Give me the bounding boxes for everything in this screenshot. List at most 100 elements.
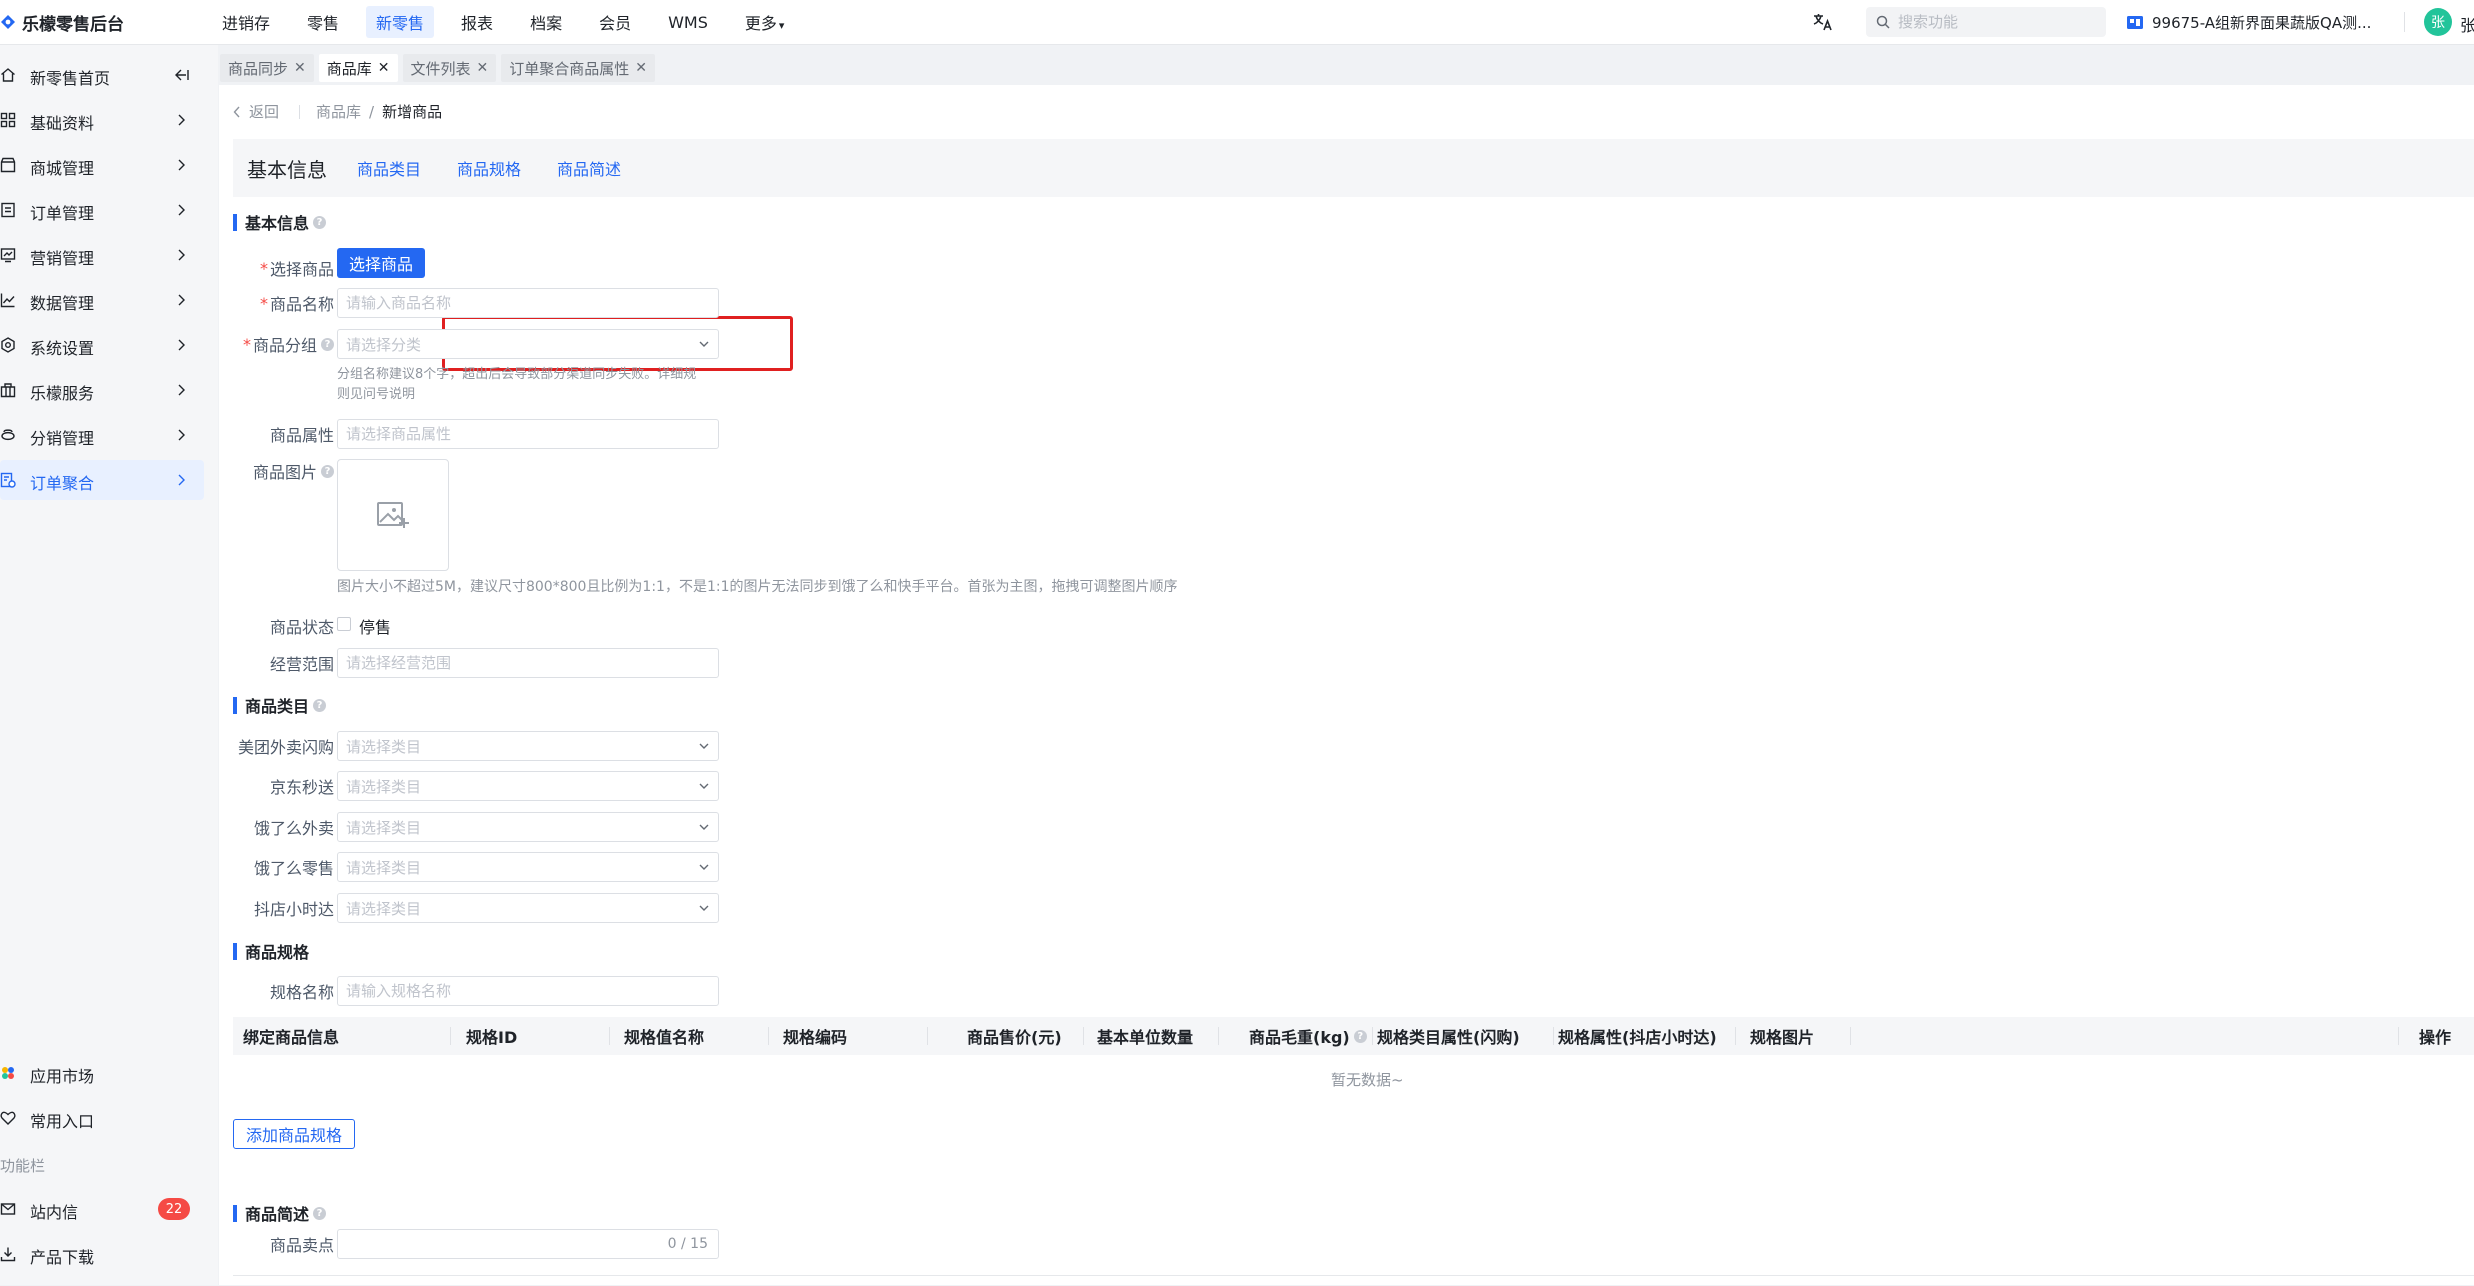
search-box[interactable]: [1866, 7, 2106, 37]
hint-line: 分组名称建议8个字，超出后会导致部分渠道同步失败。详细规: [337, 367, 697, 382]
translate-icon[interactable]: [1812, 12, 1834, 32]
column-divider: [768, 1027, 769, 1045]
chevron-right-icon: [176, 383, 186, 397]
help-icon[interactable]: ?: [321, 464, 334, 478]
add-spec-button[interactable]: 添加商品规格: [233, 1119, 356, 1149]
sidebar-item-label: 基础资料: [30, 114, 95, 133]
topnav-more-label: 更多: [744, 14, 777, 33]
sidebar-item-download[interactable]: 产品下载: [0, 1234, 204, 1274]
sidebar-item-service[interactable]: 乐檬服务: [0, 370, 204, 410]
topnav-retail[interactable]: 零售: [297, 6, 349, 38]
search-input[interactable]: [1896, 12, 2090, 32]
tab-label: 订单聚合商品属性: [509, 59, 630, 78]
image-upload[interactable]: [337, 459, 449, 571]
close-icon[interactable]: ✕: [635, 60, 647, 76]
tab-file-list[interactable]: 文件列表 ✕: [402, 54, 497, 82]
help-icon[interactable]: ?: [1353, 1029, 1367, 1043]
jd-category-select[interactable]: 请选择类目: [337, 771, 719, 801]
column-divider: [2398, 1027, 2399, 1045]
stop-sale-label[interactable]: 停售: [359, 614, 391, 638]
page-tabs: 商品同步 ✕ 商品库 ✕ 文件列表 ✕ 订单聚合商品属性 ✕: [220, 54, 660, 82]
topnav-member[interactable]: 会员: [589, 6, 641, 38]
sidebar-item-orders[interactable]: 订单管理: [0, 190, 204, 230]
topnav-inventory[interactable]: 进销存: [212, 6, 280, 38]
business-scope-input[interactable]: [337, 648, 719, 678]
tab-label: 文件列表: [410, 59, 471, 78]
douyin-category-label: 抖店小时达: [253, 900, 334, 919]
help-icon[interactable]: ?: [313, 698, 327, 712]
help-icon[interactable]: ?: [313, 1206, 327, 1220]
anchor-link-desc[interactable]: 商品简述: [557, 156, 621, 180]
top-nav: 进销存 零售 新零售 报表 档案 会员 WMS 更多 ▾: [212, 0, 811, 44]
section-title-spec: 商品规格: [233, 941, 309, 962]
topnav-wms[interactable]: WMS: [658, 9, 718, 36]
breadcrumb-parent[interactable]: 商品库: [316, 101, 361, 122]
shop-icon: [0, 157, 16, 173]
sidebar-item-order-aggregate[interactable]: 订单聚合: [0, 460, 204, 500]
topnav-reports[interactable]: 报表: [451, 6, 503, 38]
column-divider: [1735, 1027, 1736, 1045]
download-icon: [0, 1246, 16, 1262]
spec-table-header: 绑定商品信息 规格ID 规格值名称 规格编码 商品售价(元) 基本单位数量 商品…: [233, 1017, 2474, 1055]
close-icon[interactable]: ✕: [477, 60, 489, 76]
sidebar-item-shortcuts[interactable]: 常用入口: [0, 1098, 204, 1138]
help-icon[interactable]: ?: [321, 337, 334, 351]
app-logo[interactable]: 乐檬零售后台: [0, 0, 124, 44]
collapse-icon[interactable]: [174, 68, 190, 82]
column-divider: [1083, 1027, 1084, 1045]
product-group-select[interactable]: 请选择分类: [337, 329, 719, 359]
chevron-down-icon: [698, 338, 710, 350]
user-name[interactable]: 张: [2460, 12, 2474, 36]
column-divider: [927, 1027, 928, 1045]
anchor-link-spec[interactable]: 商品规格: [457, 156, 521, 180]
sidebar-section-label: 功能栏: [0, 1157, 46, 1175]
sidebar-item-label: 乐檬服务: [30, 384, 95, 403]
search-icon: [1876, 15, 1890, 29]
meituan-category-select[interactable]: 请选择类目: [337, 731, 719, 761]
sidebar-item-label: 分销管理: [30, 429, 95, 448]
selling-point-input[interactable]: 0 / 15: [337, 1229, 719, 1259]
anchor-link-category[interactable]: 商品类目: [357, 156, 421, 180]
anchor-nav: 基本信息 商品类目 商品规格 商品简述: [233, 139, 2474, 197]
product-name-input[interactable]: [337, 288, 719, 318]
sidebar-item-home[interactable]: 新零售首页: [0, 55, 204, 95]
eleme-retail-select[interactable]: 请选择类目: [337, 852, 719, 882]
product-attr-input[interactable]: [337, 419, 719, 449]
table-empty-text: 暂无数据~: [1331, 1071, 1404, 1089]
divider: [299, 104, 301, 119]
sidebar-item-data[interactable]: 数据管理: [0, 280, 204, 320]
topnav-new-retail[interactable]: 新零售: [366, 6, 435, 38]
sidebar-item-basic[interactable]: 基础资料: [0, 100, 204, 140]
topnav-more[interactable]: 更多 ▾: [735, 6, 795, 38]
sidebar-item-label: 数据管理: [30, 294, 95, 313]
sidebar-item-mall[interactable]: 商城管理: [0, 145, 204, 185]
select-goods-button[interactable]: 选择商品: [337, 248, 426, 278]
sidebar-item-messages[interactable]: 站内信 22: [0, 1189, 204, 1229]
douyin-category-select[interactable]: 请选择类目: [337, 893, 719, 923]
required-mark: *: [259, 258, 268, 278]
store-name: 99675-A组新界面果蔬版QA测...: [2152, 13, 2372, 32]
spec-name-input[interactable]: [337, 976, 719, 1006]
chevron-down-icon: [698, 780, 710, 792]
column-divider: [1218, 1027, 1219, 1045]
sidebar-item-app-market[interactable]: 应用市场: [0, 1053, 204, 1093]
sidebar-item-settings[interactable]: 系统设置: [0, 325, 204, 365]
help-icon[interactable]: ?: [313, 215, 327, 229]
chevron-down-icon: [698, 821, 710, 833]
close-icon[interactable]: ✕: [378, 60, 390, 76]
tab-product-library[interactable]: 商品库 ✕: [318, 54, 398, 82]
sidebar-item-marketing[interactable]: 营销管理: [0, 235, 204, 275]
stop-sale-checkbox[interactable]: [337, 617, 351, 631]
sidebar-item-distribution[interactable]: 分销管理: [0, 415, 204, 455]
store-switcher[interactable]: 99675-A组新界面果蔬版QA测...: [2126, 0, 2371, 44]
anchor-title: 基本信息: [247, 157, 327, 182]
close-icon[interactable]: ✕: [294, 60, 306, 76]
avatar[interactable]: 张: [2424, 8, 2452, 36]
topnav-archive[interactable]: 档案: [520, 6, 572, 38]
tab-product-sync[interactable]: 商品同步 ✕: [220, 54, 314, 82]
label-text: 商品分组: [252, 336, 317, 355]
back-button[interactable]: 返回: [233, 101, 279, 122]
eleme-takeout-select[interactable]: 请选择类目: [337, 812, 719, 842]
tab-order-aggregate-attr[interactable]: 订单聚合商品属性 ✕: [501, 54, 655, 82]
select-placeholder: 请选择类目: [346, 737, 422, 756]
